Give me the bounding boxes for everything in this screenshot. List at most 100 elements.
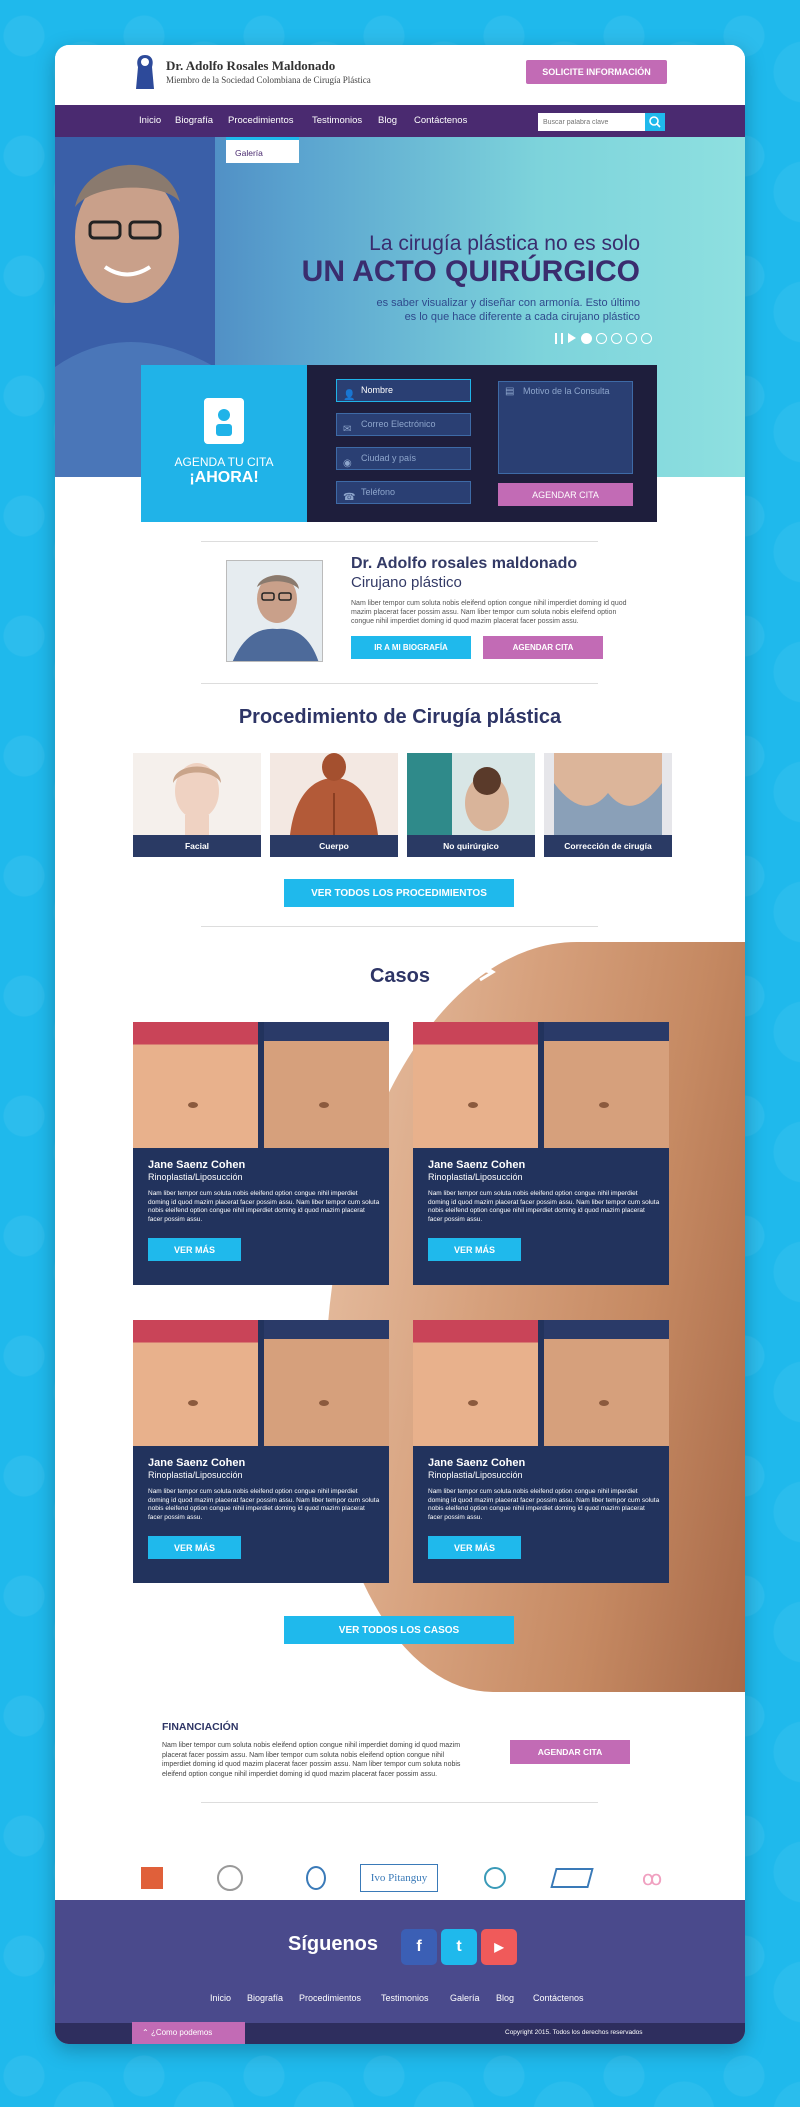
reason-textarea[interactable]: ▤ Motivo de la Consulta [498,381,633,474]
partner-logo-ivo-pitanguy: Ivo Pitanguy [360,1864,438,1892]
mail-icon: ✉ [343,424,352,435]
site-subtitle: Miembro de la Sociedad Colombiana de Cir… [166,75,371,85]
doctor-name: Dr. Adolfo rosales maldonado [351,555,578,572]
case-patient-name: Jane Saenz Cohen [428,1159,526,1171]
case-procedure: Rinoplastia/Liposucción [428,1470,523,1480]
nav-item-inicio[interactable]: Inicio [139,105,161,137]
biography-button[interactable]: IR A MI BIOGRAFÍA [351,636,471,659]
body-image [270,753,398,835]
cases-title: Casos [369,965,431,987]
city-field[interactable]: ◉ Ciudad y país [336,447,471,470]
slider-dot-2[interactable] [596,333,607,344]
footer-link-biografia[interactable]: Biografía [247,1993,283,2003]
case-card-4: Jane Saenz Cohen Rinoplastia/Liposucción… [413,1320,669,1583]
case-before-photo [413,1320,538,1446]
case-see-more-button[interactable]: VER MÁS [428,1536,521,1559]
phone-icon: ☎ [343,492,356,503]
help-chat-button[interactable]: ⌃ ¿Como podemos ayudarle? [132,2022,245,2044]
case-before-photo [413,1022,538,1148]
divider [201,1802,598,1803]
search-icon [649,116,661,128]
case-see-more-button[interactable]: VER MÁS [148,1238,241,1261]
case-procedure: Rinoplastia/Liposucción [148,1172,243,1182]
page-card: Dr. Adolfo Rosales Maldonado Miembro de … [55,45,745,2044]
email-field[interactable]: ✉ Correo Electrónico [336,413,471,436]
financing-text: Nam liber tempor cum soluta nobis eleife… [162,1742,461,1778]
appointment-form: AGENDA TU CITA ¡AHORA! 👤 Nombre ✉ Correo E… [141,365,657,522]
nav-item-procedimientos[interactable]: Procedimientos [228,105,293,137]
slider-dot-4[interactable] [626,333,637,344]
dropdown-item-galeria[interactable]: Galería [226,137,299,163]
follow-us-title: Síguenos [288,1933,379,1955]
procedure-card-correction[interactable]: Corrección de cirugía [544,753,672,857]
footer-link-blog[interactable]: Blog [496,1993,514,2003]
hero-title-line1: La cirugía plástica no es solo [369,232,640,255]
email-placeholder: Correo Electrónico [361,419,436,429]
nav-item-testimonios[interactable]: Testimonios [312,105,362,137]
case-before-photo [133,1022,258,1148]
footer-link-testimonios[interactable]: Testimonios [381,1993,429,2003]
help-chat-label: ¿Como podemos ayudarle? [150,2028,213,2037]
footer-link-procedimientos[interactable]: Procedimientos [299,1993,361,2003]
slider-dot-1[interactable] [581,333,592,344]
site-header: Dr. Adolfo Rosales Maldonado Miembro de … [55,45,745,105]
nav-item-biografia[interactable]: Biografía [175,105,213,137]
partner-logo-2 [215,1864,245,1892]
case-description: Nam liber tempor cum soluta nobis eleife… [428,1488,660,1521]
case-patient-name: Jane Saenz Cohen [428,1457,526,1469]
twitter-icon[interactable]: t [441,1929,477,1965]
case-procedure: Rinoplastia/Liposucción [148,1470,243,1480]
footer-link-contactenos[interactable]: Contáctenos [533,1993,584,2003]
slider-dot-5[interactable] [641,333,652,344]
appointment-label: AGENDA TU CITA [174,455,274,469]
pink-ribbon-icon: ꝏ [641,1867,663,1890]
procedure-label: Corrección de cirugía [544,835,672,857]
reason-placeholder: Motivo de la Consulta [523,386,610,396]
pause-icon[interactable] [555,333,563,344]
youtube-icon[interactable]: ▶ [481,1929,517,1965]
partner-logo-1 [139,1864,165,1892]
user-icon: 👤 [343,390,356,401]
divider [201,683,598,684]
case-card-3: Jane Saenz Cohen Rinoplastia/Liposucción… [133,1320,389,1583]
search-button[interactable] [645,113,665,131]
doctor-photo [226,560,323,662]
facebook-icon[interactable]: f [401,1929,437,1965]
divider [201,541,598,542]
phone-field[interactable]: ☎ Teléfono [336,481,471,504]
all-cases-button[interactable]: VER TODOS LOS CASOS [284,1616,514,1644]
hero-title-line2: UN ACTO QUIRÚRGICO [301,255,640,288]
all-procedures-button[interactable]: VER TODOS LOS PROCEDIMIENTOS [284,879,514,907]
non-surgical-image [407,753,535,835]
doctor-portrait [227,561,322,661]
facial-image [133,753,261,835]
request-info-button[interactable]: SOLICITE INFORMACIÓN [526,60,667,84]
partner-logo-6 [550,1864,594,1892]
partner-logo-3 [303,1864,329,1892]
schedule-appointment-button[interactable]: AGENDAR CITA [498,483,633,506]
procedure-card-non-surgical[interactable]: No quirúrgico [407,753,535,857]
footer-link-galeria[interactable]: Galería [450,1993,480,2003]
slider-dot-3[interactable] [611,333,622,344]
case-see-more-button[interactable]: VER MÁS [148,1536,241,1559]
doctor-appointment-button[interactable]: AGENDAR CITA [483,636,603,659]
hero-subtitle-line1: es saber visualizar y diseñar con armoní… [376,297,640,309]
phone-placeholder: Teléfono [361,487,396,497]
name-field[interactable]: 👤 Nombre [336,379,471,402]
case-see-more-button[interactable]: VER MÁS [428,1238,521,1261]
appointment-cta-panel: AGENDA TU CITA ¡AHORA! [141,365,307,522]
chevron-up-icon: ⌃ [142,2028,151,2037]
case-card-1: Jane Saenz Cohen Rinoplastia/Liposucción… [133,1022,389,1285]
procedure-card-body[interactable]: Cuerpo [270,753,398,857]
search-input[interactable] [538,113,645,131]
nav-item-contactenos[interactable]: Contáctenos [414,105,467,137]
procedure-label: Cuerpo [270,835,398,857]
play-icon[interactable] [568,333,576,343]
financing-title: FINANCIACIÓN [162,1721,239,1733]
case-description: Nam liber tempor cum soluta nobis eleife… [148,1190,380,1223]
footer-link-inicio[interactable]: Inicio [210,1993,231,2003]
nav-item-blog[interactable]: Blog [378,105,397,137]
procedure-card-facial[interactable]: Facial [133,753,261,857]
procedures-title: Procedimiento de Cirugía plástica [238,706,562,728]
financing-appointment-button[interactable]: AGENDAR CITA [510,1740,630,1764]
